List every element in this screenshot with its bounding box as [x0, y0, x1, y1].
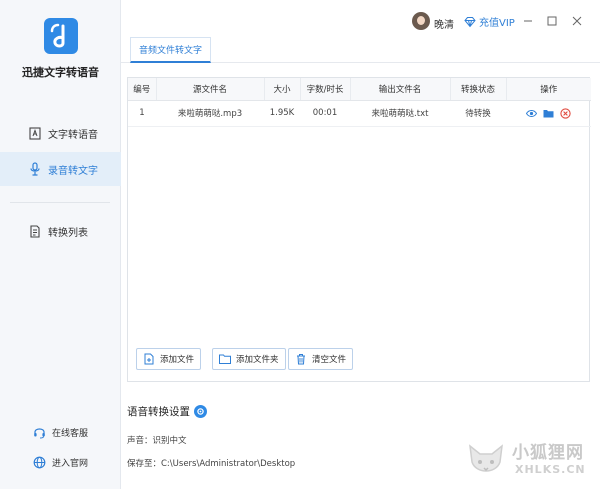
- tab-bar: 音频文件转文字: [121, 37, 600, 63]
- sidebar-item-label: 文字转语音: [48, 129, 98, 141]
- column-header: 源文件名: [156, 78, 265, 101]
- cell-actions: [506, 100, 591, 127]
- watermark-en: XHLKS.CN: [515, 463, 586, 476]
- cell-duration: 00:01: [300, 100, 350, 127]
- tab-audio-to-text[interactable]: 音频文件转文字: [130, 37, 212, 63]
- clear-files-label: 清空文件: [312, 355, 347, 365]
- add-file-icon: [143, 353, 155, 365]
- fox-logo-icon: [469, 444, 503, 472]
- delete-icon[interactable]: [560, 107, 571, 119]
- diamond-icon: [464, 16, 476, 28]
- document-list-icon: [28, 224, 42, 238]
- vip-label: 充值VIP: [479, 18, 515, 29]
- cell-source-file: 来啦萌萌哒.mp3: [156, 100, 264, 127]
- close-window-button[interactable]: [570, 14, 584, 28]
- column-header: 大小: [264, 78, 301, 101]
- add-file-label: 添加文件: [160, 355, 195, 365]
- column-header: 编号: [128, 78, 157, 101]
- column-header: 转换状态: [450, 78, 507, 101]
- table-row[interactable]: 1 来啦萌萌哒.mp3 1.95K 00:01 来啦萌萌哒.txt 待转换: [128, 100, 591, 127]
- sidebar-item-label: 转换列表: [48, 227, 88, 239]
- file-list-panel: 编号 源文件名 大小 字数/时长 输出文件名 转换状态 操作 1 来啦萌萌哒.m…: [127, 77, 591, 382]
- sidebar-item-text-to-speech[interactable]: 文字转语音: [0, 116, 121, 150]
- bottom-link-label: 在线客服: [52, 428, 89, 439]
- sidebar: 迅捷文字转语音 文字转语音 录音转文字 转换列表 在线客服 进入官网: [0, 0, 121, 489]
- sidebar-divider: [10, 202, 110, 203]
- sidebar-item-conversion-list[interactable]: 转换列表: [0, 214, 121, 248]
- site-watermark: 小狐狸网 XHLKS.CN: [462, 438, 597, 484]
- add-folder-label: 添加文件夹: [236, 355, 279, 365]
- settings-gear-icon[interactable]: [194, 405, 207, 418]
- minimize-button[interactable]: [521, 14, 535, 28]
- watermark-cn: 小狐狸网: [512, 443, 584, 463]
- file-table: 编号 源文件名 大小 字数/时长 输出文件名 转换状态 操作 1 来啦萌萌哒.m…: [128, 78, 591, 127]
- cell-index: 1: [128, 100, 156, 127]
- recharge-vip-button[interactable]: 充值VIP: [464, 14, 515, 29]
- customer-service-link[interactable]: 在线客服: [0, 422, 121, 442]
- cell-status: 待转换: [450, 100, 506, 127]
- app-name: 迅捷文字转语音: [22, 66, 99, 79]
- headset-icon: [32, 425, 46, 439]
- minimize-icon: [524, 20, 532, 22]
- conversion-settings-heading: 语音转换设置: [127, 404, 207, 419]
- sidebar-item-audio-to-text[interactable]: 录音转文字: [0, 152, 121, 186]
- text-to-speech-icon: [28, 126, 42, 140]
- table-header-row: 编号 源文件名 大小 字数/时长 输出文件名 转换状态 操作: [128, 78, 591, 101]
- add-folder-icon: [219, 353, 231, 365]
- voice-setting: 声音：识别中文: [127, 436, 187, 446]
- clear-files-button[interactable]: 清空文件: [288, 348, 354, 370]
- add-file-button[interactable]: 添加文件: [136, 348, 202, 370]
- maximize-button[interactable]: [545, 14, 559, 28]
- maximize-icon: [547, 16, 557, 26]
- trash-icon: [295, 353, 307, 365]
- bottom-link-label: 进入官网: [52, 458, 89, 469]
- column-header: 输出文件名: [350, 78, 451, 101]
- add-folder-button[interactable]: 添加文件夹: [212, 348, 286, 370]
- cell-size: 1.95K: [264, 100, 300, 127]
- folder-icon[interactable]: [543, 108, 554, 119]
- app-logo-icon: [44, 18, 78, 54]
- username[interactable]: 晚清: [434, 16, 454, 31]
- microphone-icon: [28, 162, 42, 176]
- user-avatar[interactable]: [412, 12, 430, 30]
- sidebar-item-label: 录音转文字: [48, 165, 98, 177]
- column-header: 操作: [506, 78, 591, 101]
- cell-output-file: 来啦萌萌哒.txt: [350, 100, 450, 127]
- close-icon: [572, 16, 582, 26]
- column-header: 字数/时长: [300, 78, 351, 101]
- globe-icon: [32, 455, 46, 469]
- official-site-link[interactable]: 进入官网: [0, 452, 121, 472]
- save-path-setting[interactable]: 保存至：C:\Users\Administrator\Desktop: [127, 457, 295, 469]
- eye-icon[interactable]: [526, 108, 537, 119]
- settings-title: 语音转换设置: [127, 406, 190, 418]
